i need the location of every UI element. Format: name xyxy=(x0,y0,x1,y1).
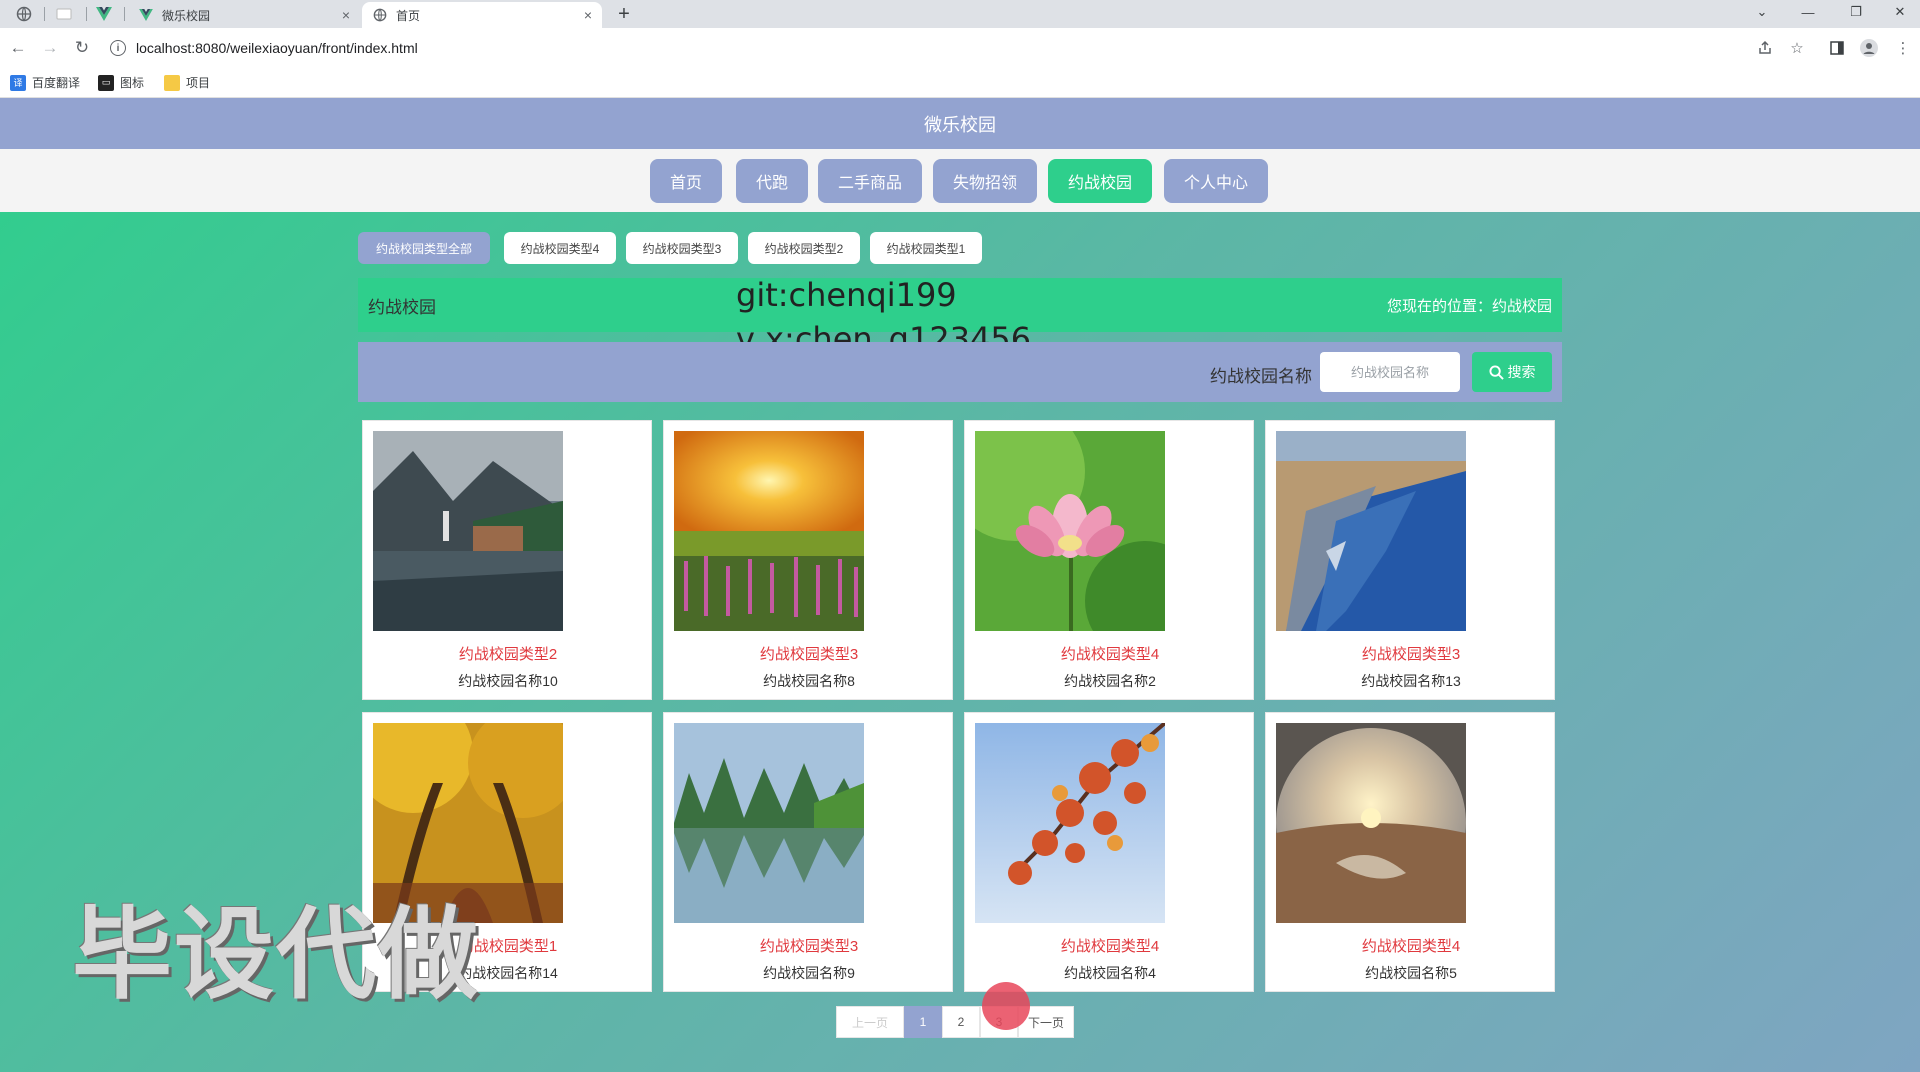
window-close-icon[interactable]: ✕ xyxy=(1884,0,1916,24)
card-type: 约战校园类型2 xyxy=(458,646,558,663)
bookmark-projects[interactable]: 项目 xyxy=(164,74,210,91)
filter-type2[interactable]: 约战校园类型2 xyxy=(748,232,860,264)
card-image-red-leaves[interactable] xyxy=(975,723,1165,923)
site-title: 微乐校园 xyxy=(924,114,996,135)
side-panel-icon[interactable] xyxy=(1828,39,1846,57)
card-type: 约战校园类型3 xyxy=(759,646,859,663)
filter-type4[interactable]: 约战校园类型4 xyxy=(504,232,616,264)
tab-home[interactable]: 首页 × xyxy=(362,2,602,28)
globe-tab-icon[interactable] xyxy=(6,2,42,26)
nav-campus-battle[interactable]: 约战校园 xyxy=(1048,159,1152,203)
tab-title: 首页 xyxy=(396,8,421,23)
globe-icon xyxy=(372,7,388,23)
star-icon[interactable]: ☆ xyxy=(1788,39,1806,57)
translate-icon: 译 xyxy=(10,74,26,91)
filter-type1[interactable]: 约战校园类型1 xyxy=(870,232,982,264)
card-type: 约战校园类型4 xyxy=(1361,938,1461,955)
overlay-watermark: 毕设代做 xyxy=(72,896,480,1013)
filter-type3[interactable]: 约战校园类型3 xyxy=(626,232,738,264)
profile-icon[interactable] xyxy=(1860,39,1878,57)
tab-title: 微乐校园 xyxy=(162,8,211,23)
folder-icon xyxy=(164,74,180,91)
card-type: 约战校园类型3 xyxy=(1361,646,1461,663)
card-type: 约战校园类型4 xyxy=(1060,646,1160,663)
card-type: 约战校园类型3 xyxy=(759,938,859,955)
campus-card[interactable]: 约战校园类型4 约战校园名称4 xyxy=(964,712,1254,992)
image-icon: ▭ xyxy=(98,74,114,91)
vue-icon xyxy=(138,7,154,23)
card-image-lake-village[interactable] xyxy=(373,431,563,631)
pagination: 上一页 1 2 3 下一页 xyxy=(836,1006,1074,1038)
campus-card[interactable]: 约战校园类型3 约战校园名称13 xyxy=(1265,420,1555,700)
bookmarks-bar: 译 百度翻译 ▭ 图标 项目 xyxy=(0,68,1920,98)
bookmark-baidu-translate[interactable]: 译 百度翻译 xyxy=(10,74,80,91)
nav-lost-found[interactable]: 失物招领 xyxy=(933,159,1037,203)
card-name: 约战校园名称8 xyxy=(763,673,855,689)
bookmark-label: 百度翻译 xyxy=(32,76,81,90)
back-icon[interactable]: ← xyxy=(6,36,30,60)
close-icon[interactable]: × xyxy=(584,7,592,23)
restore-icon[interactable]: ❐ xyxy=(1840,0,1872,24)
close-icon[interactable]: × xyxy=(342,7,350,23)
campus-card[interactable]: 约战校园类型2 约战校园名称10 xyxy=(362,420,652,700)
search-label: 约战校园名称 xyxy=(1210,367,1312,386)
nav-secondhand[interactable]: 二手商品 xyxy=(818,159,922,203)
search-bar: 约战校园名称 搜索 xyxy=(358,342,1562,402)
card-image-sunset-meadow[interactable] xyxy=(674,431,864,631)
card-image-desert-sunset[interactable] xyxy=(1276,723,1466,923)
search-input[interactable] xyxy=(1320,352,1460,392)
card-name: 约战校园名称10 xyxy=(458,673,558,689)
card-type: 约战校园类型4 xyxy=(1060,938,1160,955)
search-button[interactable]: 搜索 xyxy=(1472,352,1552,392)
campus-card[interactable]: 约战校园类型4 约战校园名称2 xyxy=(964,420,1254,700)
search-icon xyxy=(1488,364,1504,380)
card-image-karst-river[interactable] xyxy=(674,723,864,923)
bookmark-label: 图标 xyxy=(120,76,145,90)
vue-tab-icon[interactable] xyxy=(86,2,122,26)
card-name: 约战校园名称2 xyxy=(1064,673,1156,689)
card-name: 约战校园名称5 xyxy=(1365,965,1457,981)
prev-page-button[interactable]: 上一页 xyxy=(836,1006,904,1038)
tab-search-icon[interactable]: ⌄ xyxy=(1746,0,1778,24)
bookmark-icons[interactable]: ▭ 图标 xyxy=(98,74,144,91)
bookmark-label: 项目 xyxy=(186,76,211,90)
nav-personal-center[interactable]: 个人中心 xyxy=(1164,159,1268,203)
page-1-button[interactable]: 1 xyxy=(904,1006,942,1038)
overlay-text-git: git:chenqi199 xyxy=(736,276,957,314)
card-name: 约战校园名称9 xyxy=(763,965,855,981)
share-icon[interactable] xyxy=(1756,39,1774,57)
menu-icon[interactable]: ⋮ xyxy=(1894,39,1912,57)
main-nav: 首页 代跑 二手商品 失物招领 约战校园 个人中心 xyxy=(0,149,1920,212)
tab-weile[interactable]: 微乐校园 × xyxy=(128,2,360,28)
reload-icon[interactable]: ↻ xyxy=(70,36,94,60)
blank-tab-icon[interactable] xyxy=(46,2,82,26)
site-header: 微乐校园 xyxy=(0,98,1920,149)
card-image-coastline[interactable] xyxy=(1276,431,1466,631)
breadcrumb: 您现在的位置：约战校园 xyxy=(1386,298,1552,315)
card-name: 约战校园名称13 xyxy=(1361,673,1461,689)
info-icon[interactable]: i xyxy=(110,40,126,56)
nav-errand[interactable]: 代跑 xyxy=(736,159,808,203)
section-title: 约战校园 xyxy=(368,298,436,317)
filter-all[interactable]: 约战校园类型全部 xyxy=(358,232,490,264)
browser-toolbar: ← → ↻ i localhost:8080/weilexiaoyuan/fro… xyxy=(0,28,1920,68)
click-indicator xyxy=(982,982,1030,1030)
search-button-label: 搜索 xyxy=(1507,364,1536,380)
url-text[interactable]: localhost:8080/weilexiaoyuan/front/index… xyxy=(136,40,418,56)
browser-tab-bar: 微乐校园 × 首页 × + ⌄ — ❐ ✕ xyxy=(0,0,1920,28)
page-content: 微乐校园 首页 代跑 二手商品 失物招领 约战校园 个人中心 约战校园类型全部 … xyxy=(0,98,1920,1072)
campus-card[interactable]: 约战校园类型3 约战校园名称8 xyxy=(663,420,953,700)
nav-home[interactable]: 首页 xyxy=(650,159,722,203)
card-image-lotus[interactable] xyxy=(975,431,1165,631)
page-2-button[interactable]: 2 xyxy=(942,1006,980,1038)
minimize-icon[interactable]: — xyxy=(1792,0,1824,24)
address-bar[interactable]: i localhost:8080/weilexiaoyuan/front/ind… xyxy=(110,33,1790,63)
forward-icon[interactable]: → xyxy=(38,36,62,60)
campus-card[interactable]: 约战校园类型4 约战校园名称5 xyxy=(1265,712,1555,992)
new-tab-button[interactable]: + xyxy=(612,2,636,26)
card-name: 约战校园名称4 xyxy=(1064,965,1156,981)
campus-card[interactable]: 约战校园类型3 约战校园名称9 xyxy=(663,712,953,992)
